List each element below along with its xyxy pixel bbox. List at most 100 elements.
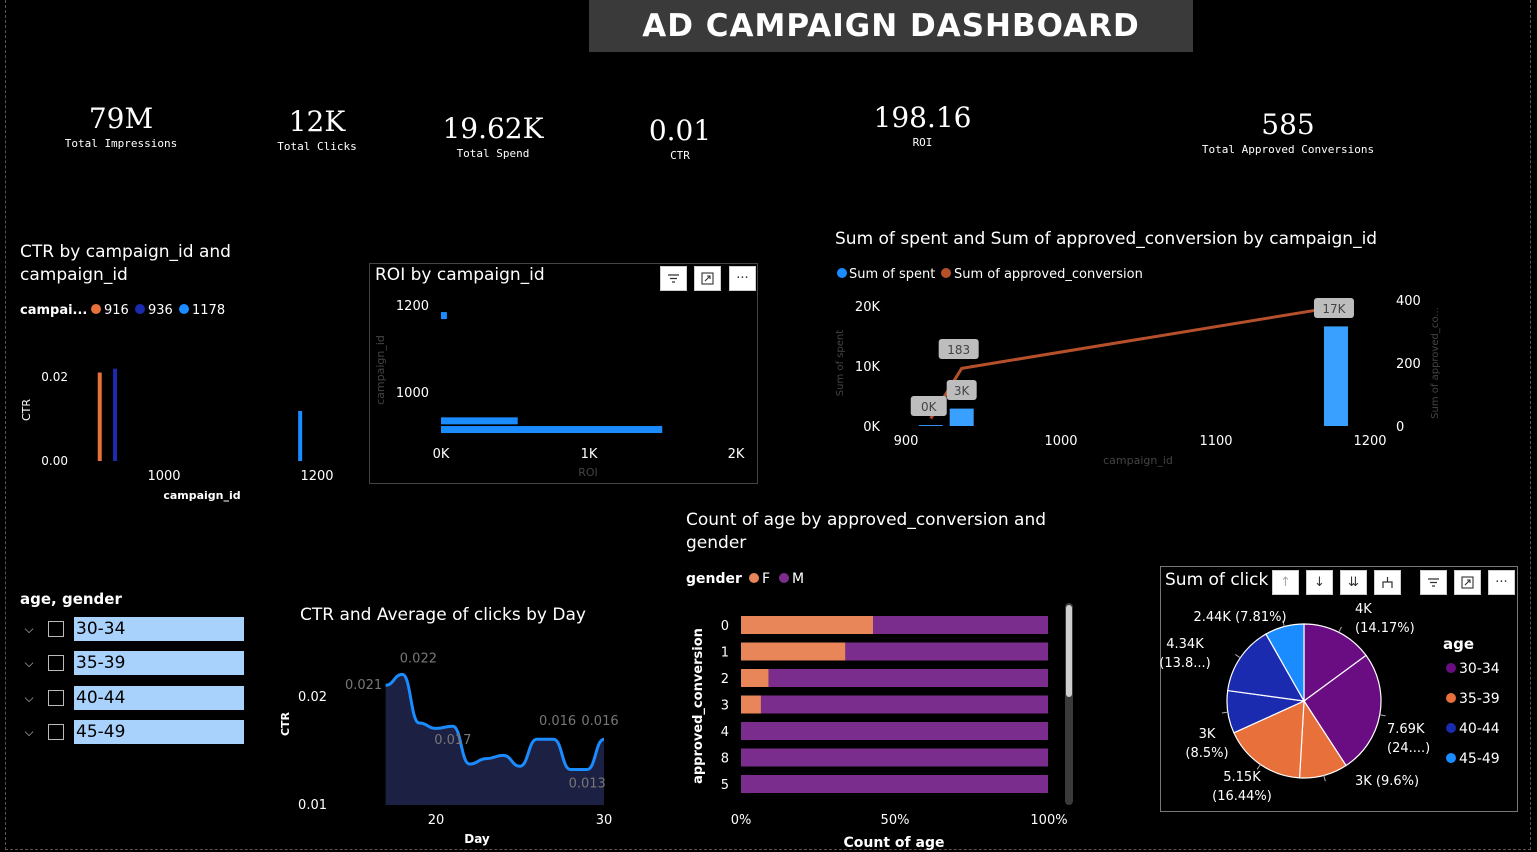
slicer-item-label[interactable]: 30-34: [74, 617, 244, 641]
legend-label-35-39: 35-39: [1459, 691, 1500, 707]
legend-title: age: [1443, 635, 1474, 653]
x-tick-50: 50%: [881, 813, 910, 828]
kpi-label: ROI: [912, 136, 933, 149]
point-label-5: 0.013: [569, 776, 606, 791]
x-tick-1000: 1000: [1044, 434, 1077, 449]
pie-label-0: 4K: [1355, 602, 1372, 617]
legend-dot-f: [749, 573, 759, 583]
slicer-item-label[interactable]: 35-39: [74, 651, 244, 675]
bar-f-0: [741, 616, 874, 634]
slicer-item-35-39[interactable]: ⌵ 35-39: [20, 650, 244, 676]
x-tick-20: 20: [428, 813, 445, 828]
slicer-checkbox[interactable]: [48, 724, 64, 740]
kpi-roi: 198.16 ROI: [860, 101, 985, 150]
legend-label-45-49: 45-49: [1459, 751, 1500, 767]
legend-dot-45-49: [1446, 753, 1456, 763]
filter-button[interactable]: [1420, 570, 1447, 595]
drill-up-button[interactable]: ↑: [1272, 570, 1299, 595]
kpi-total-clicks: 12K Total Clicks: [257, 106, 377, 154]
x-tick-2k: 2K: [728, 447, 745, 462]
more-options-button[interactable]: ···: [1488, 570, 1515, 595]
slicer-item-40-44[interactable]: ⌵ 40-44: [20, 685, 244, 711]
x-tick-1k: 1K: [581, 447, 598, 462]
legend-title: campai...: [20, 303, 87, 318]
chevron-down-icon[interactable]: ⌵: [20, 622, 38, 637]
legend-label-1178: 1178: [192, 303, 225, 318]
x-tick-0k: 0K: [433, 447, 450, 462]
x-axis-label: Day: [464, 832, 490, 846]
chevron-down-icon[interactable]: ⌵: [20, 725, 38, 740]
spent-bar-916: [918, 425, 943, 426]
category-label-2: 2: [721, 672, 729, 687]
scrollbar-thumb[interactable]: [1066, 605, 1072, 697]
point-label-1: 0.021: [345, 678, 382, 693]
drill-down-button[interactable]: ↓: [1306, 570, 1333, 595]
slicer-item-label[interactable]: 45-49: [74, 720, 244, 744]
slicer-checkbox[interactable]: [48, 655, 64, 671]
x-tick-100: 100%: [1030, 813, 1067, 828]
slicer-item-45-49[interactable]: ⌵ 45-49: [20, 719, 244, 745]
bar-m-1: [845, 642, 1048, 661]
age-conversion-title: Count of age by approved_conversion and …: [686, 510, 1047, 553]
roi-bar-1178: [441, 312, 447, 320]
chevron-down-icon[interactable]: ⌵: [20, 691, 38, 706]
point-label-2: 0.017: [434, 733, 471, 748]
spent-conversion-title: Sum of spent and Sum of approved_convers…: [835, 229, 1378, 249]
focus-mode-button[interactable]: [694, 266, 721, 291]
slicer-title: age, gender: [20, 590, 122, 608]
spent-conversion-chart: Sum of spent Sum of approved_conversion …: [835, 267, 1441, 467]
slicer-item-label[interactable]: 40-44: [74, 686, 244, 710]
y-axis-label: Sum of spent: [835, 330, 846, 396]
category-label-1: 1: [721, 646, 729, 661]
x-axis-label: campaign_id: [1103, 454, 1173, 467]
bar-f-3: [741, 695, 761, 714]
legend-label-936: 936: [148, 303, 173, 318]
pie-chart: 4K (14.17%) 7.69K (24....) 3K (9.6%) 5.15K (16…: [1159, 602, 1500, 804]
filter-icon: [668, 274, 679, 283]
point-label-0: 0.022: [400, 651, 437, 666]
expand-hierarchy-button[interactable]: [1374, 570, 1401, 595]
x-tick-1200: 1200: [1353, 434, 1386, 449]
category-label-4: 4: [721, 725, 729, 740]
pie-leader-1: [1379, 714, 1386, 717]
chevron-down-icon[interactable]: ⌵: [20, 656, 38, 671]
pie-title: Sum of click: [1165, 570, 1269, 590]
y-axis-label: CTR: [279, 711, 292, 736]
x-tick-0: 0%: [731, 813, 752, 828]
pie-leader-4: [1221, 711, 1228, 714]
legend-label-conversion: Sum of approved_conversion: [954, 267, 1143, 282]
focus-mode-button[interactable]: [1454, 570, 1481, 595]
age-conversion-chart: gender F M approved_conversion 0 1 2 3 4 8 5 0…: [686, 571, 1073, 851]
legend-dot-1178: [179, 304, 189, 314]
legend-title: gender: [686, 571, 742, 587]
filter-button[interactable]: [660, 266, 687, 291]
slicer-item-30-34[interactable]: ⌵ 30-34: [20, 616, 244, 642]
legend-dot-conversion: [941, 268, 951, 278]
pie-leader-3: [1256, 764, 1261, 770]
focus-mode-icon: [1461, 576, 1474, 589]
pie-leader-2: [1323, 775, 1326, 782]
roi-by-campaign-title: ROI by campaign_id: [375, 265, 545, 285]
x-tick-1000: 1000: [147, 469, 180, 484]
more-options-button[interactable]: ···: [729, 266, 756, 291]
bar-m-4: [741, 722, 1048, 740]
slicer-checkbox[interactable]: [48, 621, 64, 637]
x-axis-label: Count of age: [844, 835, 945, 851]
focus-mode-icon: [701, 272, 714, 285]
kpi-value: 198.16: [873, 101, 972, 134]
slicer-checkbox[interactable]: [48, 690, 64, 706]
roi-by-campaign-chart: campaign_id 1200 1000 0K 1K 2K ROI: [374, 299, 745, 479]
bar-f-1: [741, 642, 846, 661]
y-tick-1000: 1000: [396, 386, 429, 401]
x-tick-1100: 1100: [1199, 434, 1232, 449]
expand-all-down-button[interactable]: ⇊: [1340, 570, 1367, 595]
y-tick-000: 0.00: [41, 454, 68, 468]
kpi-value: 0.01: [648, 114, 712, 147]
spent-label-1178: 17K: [1322, 302, 1346, 316]
y2-axis-label: Sum of approved_co...: [1430, 307, 1441, 419]
spent-label-936: 3K: [954, 384, 971, 398]
y-axis-label: CTR: [20, 399, 33, 421]
x-tick-30: 30: [596, 813, 613, 828]
kpi-label: Total Clicks: [277, 140, 357, 153]
kpi-label: Total Impressions: [64, 137, 178, 150]
